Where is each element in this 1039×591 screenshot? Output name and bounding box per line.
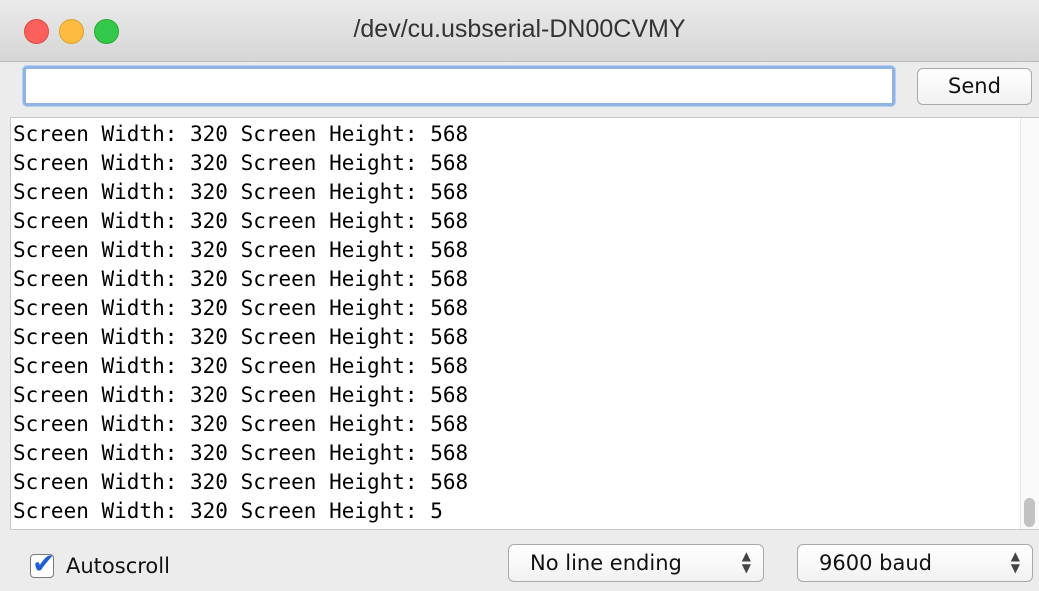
baud-rate-value: 9600 baud xyxy=(819,551,932,575)
up-down-chevron-icon: ▲ ▼ xyxy=(741,549,751,575)
output-line: Screen Width: 320 Screen Height: 568 xyxy=(13,209,469,233)
serial-monitor-window: /dev/cu.usbserial-DN00CVMY Send Screen W… xyxy=(0,0,1039,591)
output-line: Screen Width: 320 Screen Height: 5 xyxy=(13,499,443,523)
scrollbar-thumb[interactable] xyxy=(1024,498,1035,527)
scrollbar-track[interactable] xyxy=(1020,118,1039,529)
send-row: Send xyxy=(0,62,1039,117)
autoscroll-label: Autoscroll xyxy=(66,554,170,578)
output-line: Screen Width: 320 Screen Height: 568 xyxy=(13,325,469,349)
window-title: /dev/cu.usbserial-DN00CVMY xyxy=(353,15,686,43)
serial-output[interactable]: Screen Width: 320 Screen Height: 568 Scre… xyxy=(10,117,1039,530)
output-line: Screen Width: 320 Screen Height: 568 xyxy=(13,383,469,407)
output-line: Screen Width: 320 Screen Height: 568 xyxy=(13,180,469,204)
baud-rate-select[interactable]: 9600 baud ▲ ▼ xyxy=(797,544,1033,582)
output-line: Screen Width: 320 Screen Height: 568 xyxy=(13,441,469,465)
output-line: Screen Width: 320 Screen Height: 568 xyxy=(13,267,469,291)
output-line: Screen Width: 320 Screen Height: 568 xyxy=(13,296,469,320)
footer-bar: ✔ Autoscroll No line ending ▲ ▼ 9600 baud… xyxy=(0,531,1039,591)
checkmark-icon: ✔ xyxy=(32,547,56,580)
title-bar: /dev/cu.usbserial-DN00CVMY xyxy=(0,0,1039,62)
line-ending-select[interactable]: No line ending ▲ ▼ xyxy=(508,544,764,582)
output-lines: Screen Width: 320 Screen Height: 568 Scre… xyxy=(13,120,468,526)
line-ending-value: No line ending xyxy=(530,551,682,575)
output-line: Screen Width: 320 Screen Height: 568 xyxy=(13,238,469,262)
send-button[interactable]: Send xyxy=(917,68,1032,105)
output-line: Screen Width: 320 Screen Height: 568 xyxy=(13,122,469,146)
output-line: Screen Width: 320 Screen Height: 568 xyxy=(13,412,469,436)
output-line: Screen Width: 320 Screen Height: 568 xyxy=(13,354,469,378)
serial-input[interactable] xyxy=(23,66,895,106)
autoscroll-toggle[interactable]: ✔ Autoscroll xyxy=(30,549,170,581)
output-line: Screen Width: 320 Screen Height: 568 xyxy=(13,151,469,175)
output-line: Screen Width: 320 Screen Height: 568 xyxy=(13,470,469,494)
autoscroll-checkbox[interactable]: ✔ xyxy=(30,549,55,579)
up-down-chevron-icon: ▲ ▼ xyxy=(1010,549,1020,575)
